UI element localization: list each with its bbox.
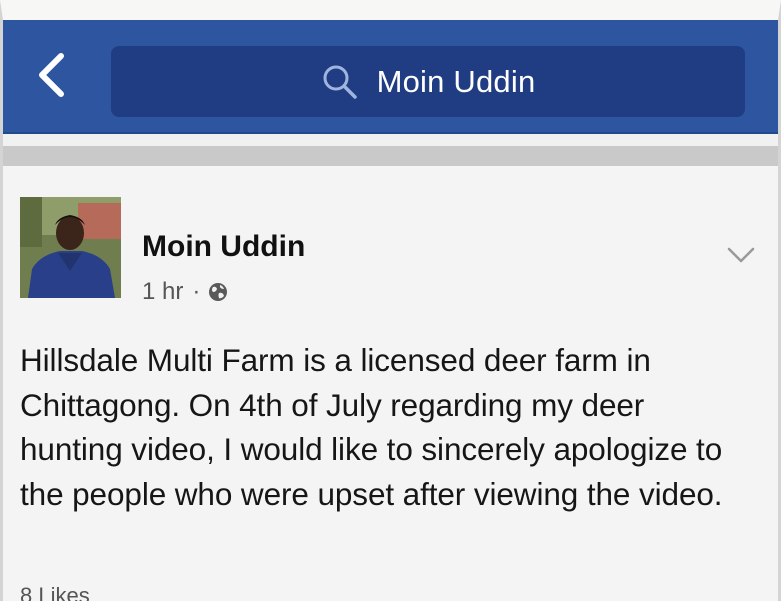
post-meta: 1 hr · bbox=[142, 278, 228, 306]
top-bar: Moin Uddin bbox=[3, 20, 778, 134]
globe-icon bbox=[209, 283, 228, 301]
meta-separator: · bbox=[192, 278, 201, 305]
post-time[interactable]: 1 hr bbox=[142, 278, 183, 306]
post-text: Hillsdale Multi Farm is a licensed deer … bbox=[20, 342, 723, 512]
app-frame: Moin Uddin Moin Uddin 1 hr · Hillsdale M… bbox=[0, 0, 781, 601]
search-bar[interactable]: Moin Uddin bbox=[111, 46, 745, 117]
back-button[interactable] bbox=[25, 47, 77, 103]
search-icon bbox=[321, 63, 359, 101]
post-card: Moin Uddin 1 hr · Hillsdale Multi Farm i… bbox=[3, 166, 778, 601]
avatar[interactable] bbox=[20, 197, 121, 298]
section-divider bbox=[3, 146, 778, 166]
post-menu-button[interactable] bbox=[721, 239, 761, 271]
likes-count[interactable]: 8 Likes bbox=[20, 583, 90, 601]
search-query: Moin Uddin bbox=[376, 63, 536, 99]
chevron-down-icon bbox=[727, 247, 755, 263]
chevron-left-icon bbox=[39, 53, 64, 97]
author-name[interactable]: Moin Uddin bbox=[142, 230, 305, 264]
